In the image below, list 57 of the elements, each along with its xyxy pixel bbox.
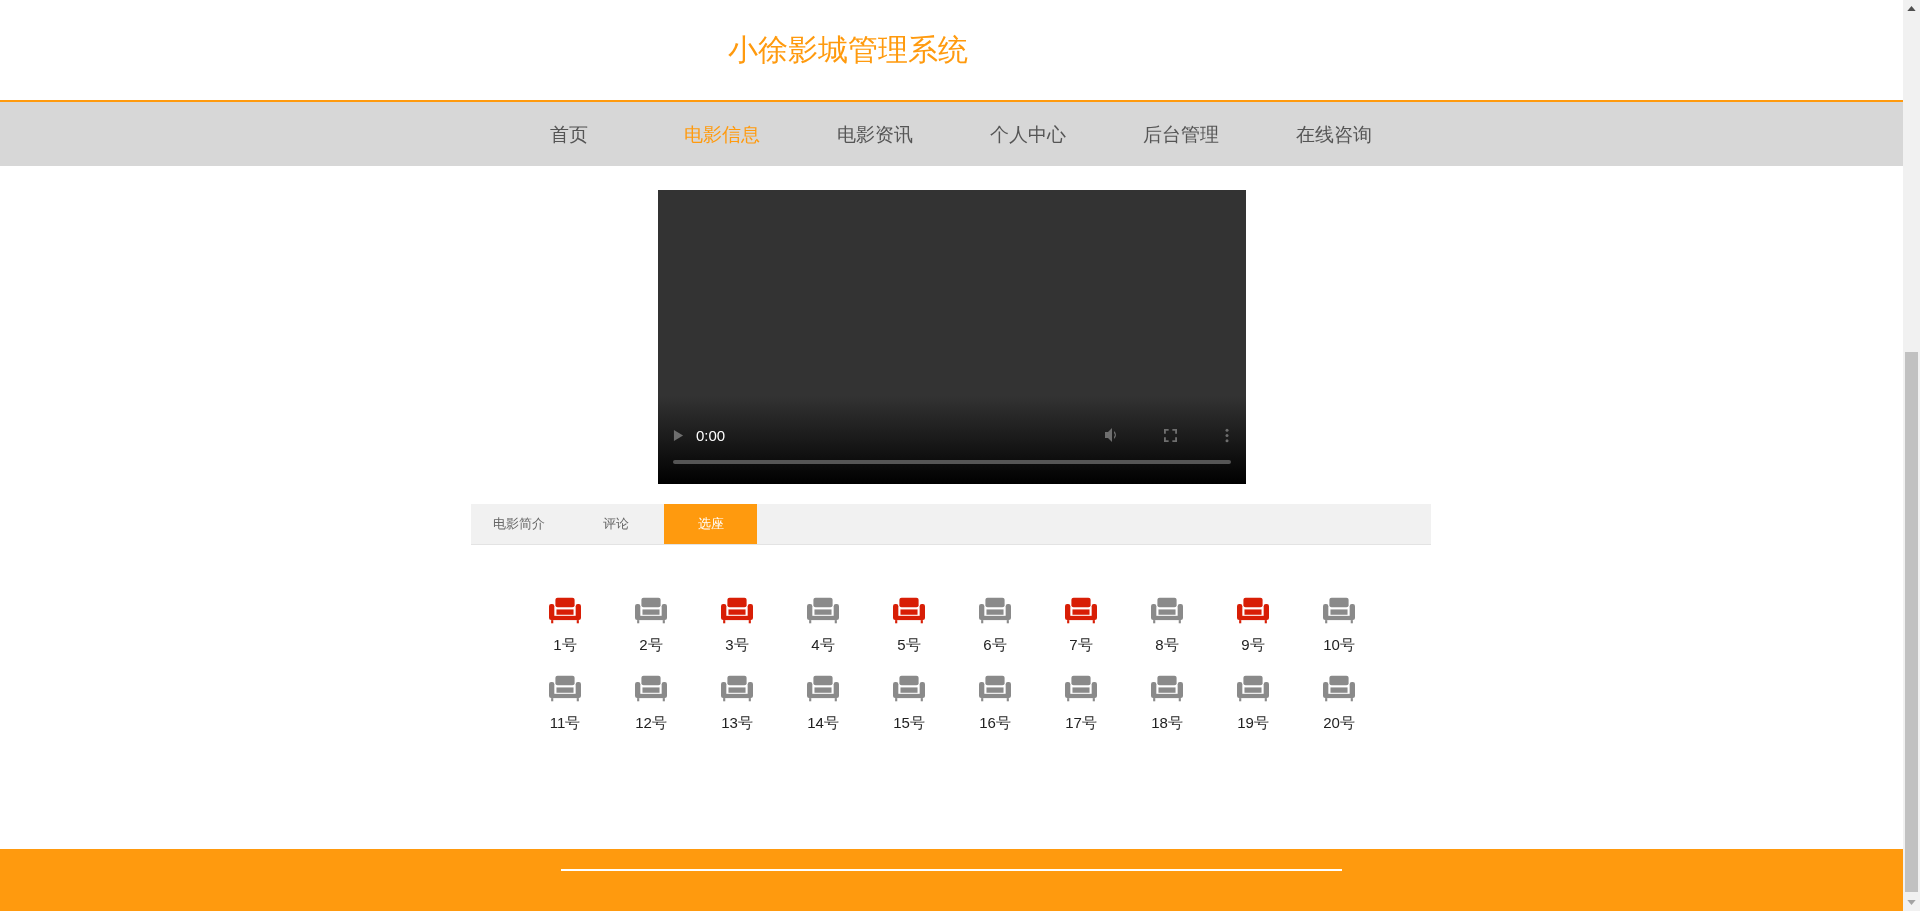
tab[interactable]: 电影简介 (471, 504, 567, 544)
seat-number: 11号 (549, 714, 581, 733)
armchair-icon[interactable] (979, 675, 1011, 702)
armchair-icon[interactable] (807, 597, 839, 624)
seat-number: 5号 (897, 636, 921, 655)
armchair-icon[interactable] (1323, 675, 1355, 702)
seat-number: 4号 (811, 636, 835, 655)
nav-link[interactable]: 在线咨询 (1257, 102, 1410, 166)
armchair-icon[interactable] (807, 675, 839, 702)
seat-number: 14号 (807, 714, 839, 733)
play-icon[interactable] (673, 428, 684, 442)
scrollbar-thumb[interactable] (1905, 352, 1918, 892)
seat-number: 18号 (1151, 714, 1183, 733)
seat-number: 13号 (721, 714, 753, 733)
armchair-icon[interactable] (979, 597, 1011, 624)
seat-number: 2号 (639, 636, 663, 655)
armchair-icon[interactable] (721, 597, 753, 624)
seat-number: 19号 (1237, 714, 1269, 733)
armchair-icon[interactable] (1323, 597, 1355, 624)
armchair-icon[interactable] (721, 675, 753, 702)
armchair-icon[interactable] (1237, 675, 1269, 702)
armchair-icon[interactable] (635, 597, 667, 624)
armchair-icon[interactable] (893, 675, 925, 702)
seat-number: 17号 (1065, 714, 1097, 733)
seat-number: 16号 (979, 714, 1011, 733)
fullscreen-icon[interactable] (1164, 428, 1177, 442)
scroll-down-icon[interactable] (1907, 900, 1916, 905)
site-title: 小徐影城管理系统 (728, 31, 968, 69)
seat-number: 6号 (983, 636, 1007, 655)
nav-link[interactable]: 个人中心 (951, 102, 1104, 166)
armchair-icon[interactable] (1065, 675, 1097, 702)
more-icon[interactable] (1225, 427, 1229, 443)
armchair-icon[interactable] (635, 675, 667, 702)
time-display: 0:00 (696, 426, 726, 444)
scroll-up-icon[interactable] (1907, 6, 1916, 11)
nav-link[interactable]: 电影资讯 (798, 102, 951, 166)
scrollbar[interactable] (1903, 0, 1920, 911)
seat-number: 3号 (725, 636, 749, 655)
seat-number: 20号 (1323, 714, 1355, 733)
seat-number: 1号 (553, 636, 577, 655)
armchair-icon[interactable] (893, 597, 925, 624)
armchair-icon[interactable] (549, 597, 581, 624)
video-player[interactable]: 0:00 (658, 190, 1246, 484)
armchair-icon[interactable] (1151, 597, 1183, 624)
seat-number: 12号 (635, 714, 667, 733)
seat-number: 7号 (1069, 636, 1093, 655)
nav-link[interactable]: 后台管理 (1104, 102, 1257, 166)
seat-number: 15号 (893, 714, 925, 733)
armchair-icon[interactable] (1065, 597, 1097, 624)
seat-number: 10号 (1323, 636, 1355, 655)
seat-number: 8号 (1155, 636, 1179, 655)
armchair-icon[interactable] (1237, 597, 1269, 624)
tab[interactable]: 评论 (567, 504, 664, 544)
armchair-icon[interactable] (1151, 675, 1183, 702)
nav-link[interactable]: 首页 (492, 102, 645, 166)
seat-number: 9号 (1241, 636, 1265, 655)
armchair-icon[interactable] (549, 675, 581, 702)
